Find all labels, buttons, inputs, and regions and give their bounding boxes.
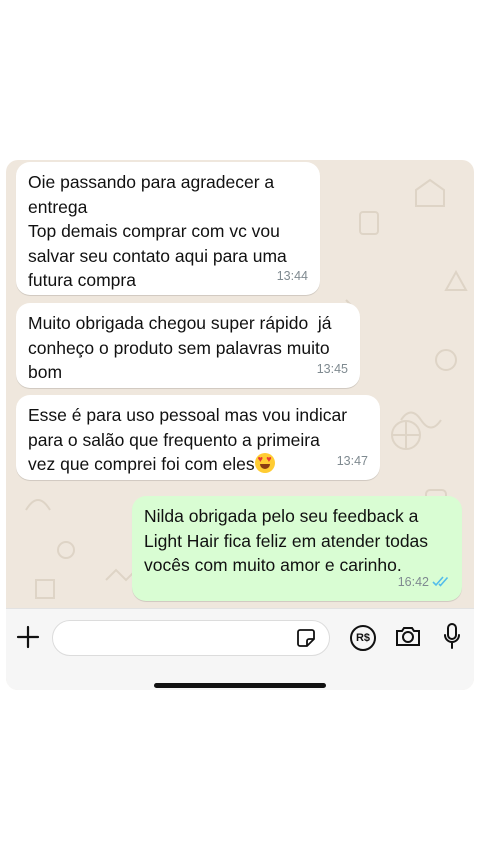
- message-text: Oie passando para agradecer a entrega To…: [28, 172, 287, 290]
- heart-eyes-emoji: [254, 453, 275, 473]
- pix-payment-icon[interactable]: R$: [350, 625, 376, 651]
- message-timestamp: 13:45: [316, 361, 348, 376]
- message-timestamp: 16:42: [398, 570, 450, 595]
- message-bubble-incoming[interactable]: Muito obrigada chegou super rápido já co…: [16, 303, 360, 388]
- message-text: Muito obrigada chegou super rápido já co…: [28, 313, 332, 382]
- message-input[interactable]: [52, 620, 330, 656]
- message-text: Esse é para uso pessoal mas vou indicar …: [16, 395, 380, 477]
- double-check-icon: [432, 576, 449, 587]
- message-bubble-incoming[interactable]: Esse é para uso pessoal mas vou indicar …: [16, 395, 380, 480]
- message-input-bar: R$: [6, 608, 474, 690]
- chat-window: Oie passando para agradecer a entrega To…: [6, 160, 474, 690]
- message-bubble-outgoing[interactable]: Nilda obrigada pelo seu feedback a Light…: [132, 496, 462, 601]
- message-bubble-incoming[interactable]: Oie passando para agradecer a entrega To…: [16, 162, 320, 295]
- home-indicator[interactable]: [154, 683, 326, 688]
- plus-icon[interactable]: [16, 625, 40, 649]
- message-timestamp: 13:47: [336, 453, 368, 468]
- microphone-icon[interactable]: [443, 622, 461, 650]
- message-timestamp: 13:44: [276, 268, 308, 283]
- sticker-icon[interactable]: [296, 628, 316, 648]
- message-text: Nilda obrigada pelo seu feedback a Light…: [144, 506, 429, 575]
- camera-icon[interactable]: [395, 624, 421, 648]
